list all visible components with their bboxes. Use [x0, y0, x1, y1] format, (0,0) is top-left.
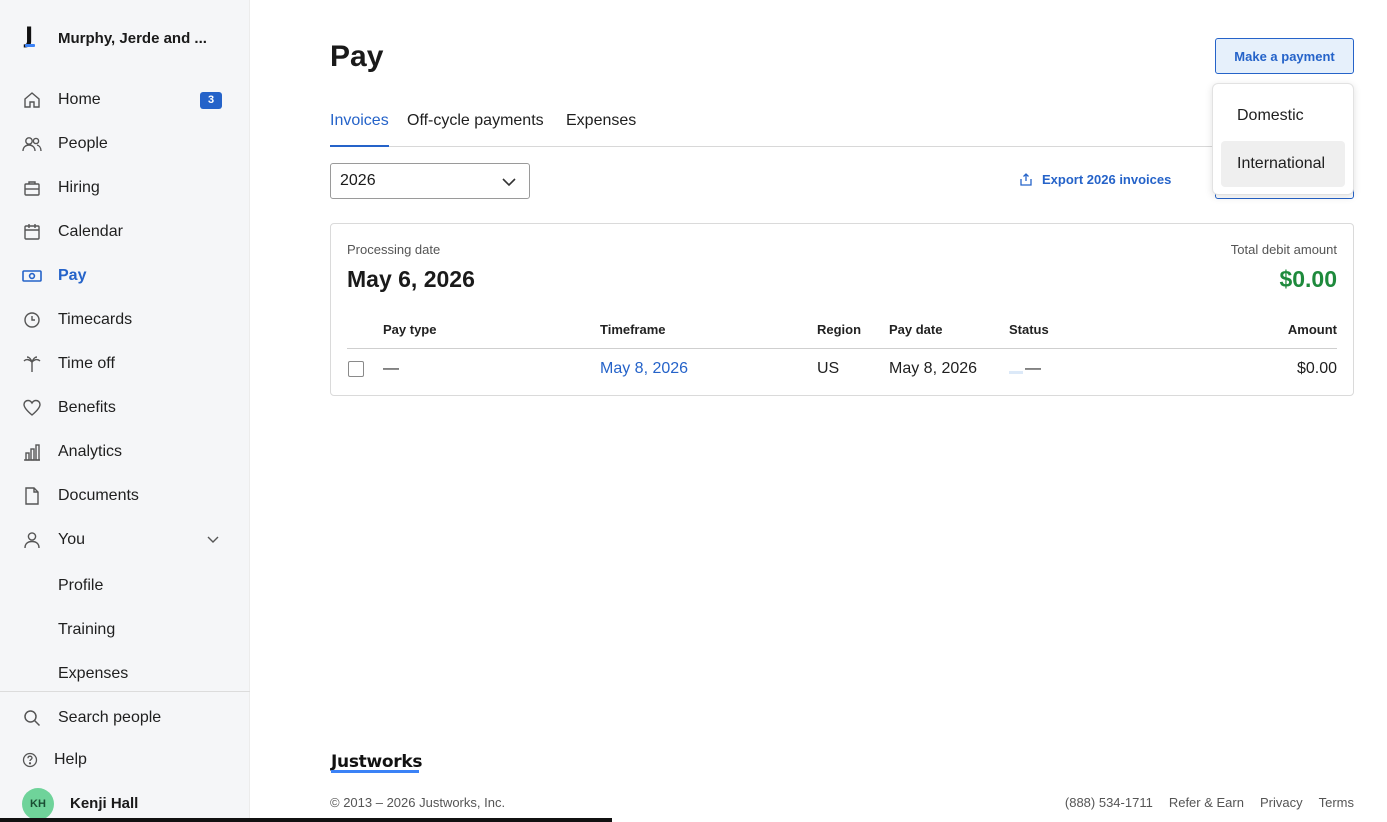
sidebar-item-hiring[interactable]: Hiring [0, 170, 250, 206]
tab-invoices[interactable]: Invoices [330, 112, 389, 147]
status-indicator [1009, 371, 1023, 374]
sidebar: J Murphy, Jerde and ... Home 3 People Hi… [0, 0, 250, 822]
table-header-divider [347, 348, 1337, 349]
sidebar-item-label: Analytics [58, 443, 123, 460]
help-button[interactable]: Help [0, 742, 250, 778]
chevron-down-icon [206, 531, 220, 549]
column-header-region: Region [817, 322, 862, 337]
sidebar-item-benefits[interactable]: Benefits [0, 390, 250, 426]
make-payment-button[interactable]: Make a payment [1215, 38, 1354, 74]
cell-status: — [1025, 360, 1041, 377]
make-payment-dropdown: Domestic International [1212, 83, 1354, 195]
sidebar-divider [0, 691, 250, 692]
user-name[interactable]: Kenji Hall [70, 795, 138, 812]
heart-icon [22, 398, 42, 418]
bar-chart-icon [22, 442, 42, 462]
clock-icon [22, 310, 42, 330]
search-people-button[interactable]: Search people [0, 700, 250, 736]
footer-phone[interactable]: (888) 534-1711 [1065, 795, 1153, 810]
sidebar-item-analytics[interactable]: Analytics [0, 434, 250, 470]
year-select-value: 2026 [340, 172, 376, 189]
cell-pay-date: May 8, 2026 [889, 360, 978, 377]
search-people-label: Search people [58, 709, 162, 726]
company-name: Murphy, Jerde and ... [58, 29, 207, 47]
notification-badge: 3 [200, 91, 222, 109]
sidebar-item-timecards[interactable]: Timecards [0, 302, 250, 338]
tab-expenses[interactable]: Expenses [566, 112, 636, 147]
sidebar-item-calendar[interactable]: Calendar [0, 214, 250, 250]
sidebar-item-people[interactable]: People [0, 126, 250, 162]
sidebar-item-label: Calendar [58, 223, 123, 240]
justworks-logo-icon: J [25, 24, 35, 49]
sidebar-item-home[interactable]: Home 3 [0, 82, 250, 118]
tab-off-cycle-payments[interactable]: Off-cycle payments [407, 112, 544, 147]
column-header-status: Status [1009, 322, 1049, 337]
cell-amount: $0.00 [1296, 360, 1337, 377]
cell-pay-type: — [383, 360, 399, 377]
sidebar-item-time-off[interactable]: Time off [0, 346, 250, 382]
sidebar-item-label: Documents [58, 487, 139, 504]
sidebar-item-pay[interactable]: Pay [0, 258, 250, 294]
dropdown-item-international[interactable]: International [1221, 141, 1345, 187]
search-icon [22, 708, 42, 728]
help-icon [20, 750, 40, 770]
export-label: Export 2026 invoices [1042, 172, 1172, 187]
footer-link-terms[interactable]: Terms [1319, 795, 1354, 810]
footer-link-privacy[interactable]: Privacy [1260, 795, 1303, 810]
footer-link-refer-earn[interactable]: Refer & Earn [1169, 795, 1244, 810]
sidebar-item-label: You [58, 531, 85, 548]
processing-date: May 6, 2026 [347, 266, 475, 292]
column-header-pay-date: Pay date [889, 322, 943, 337]
people-icon [22, 134, 42, 154]
user-icon [22, 530, 42, 550]
total-debit-label: Total debit amount [1230, 242, 1337, 257]
sidebar-item-label: Hiring [58, 179, 100, 196]
cell-region: US [817, 360, 840, 377]
export-invoices-link[interactable]: Export 2026 invoices [1020, 172, 1171, 187]
bottom-toolbar-strip [0, 818, 612, 822]
document-icon [22, 486, 42, 506]
sidebar-subitem-profile[interactable]: Profile [58, 577, 103, 595]
palm-tree-icon [22, 354, 42, 374]
dropdown-item-domestic[interactable]: Domestic [1221, 93, 1345, 139]
sidebar-item-label: Home [58, 91, 101, 108]
copyright-text: © 2013 – 2026 Justworks, Inc. [330, 795, 506, 810]
pay-tabs: Invoices Off-cycle payments Expenses [330, 112, 1354, 147]
sidebar-item-documents[interactable]: Documents [0, 478, 250, 514]
sidebar-item-label: Timecards [58, 311, 133, 328]
column-header-pay-type: Pay type [383, 322, 437, 337]
logo-underline [331, 770, 419, 773]
home-icon [22, 90, 42, 110]
export-icon [1020, 173, 1032, 186]
briefcase-icon [22, 178, 42, 198]
row-checkbox[interactable] [348, 361, 364, 377]
sidebar-subitem-expenses[interactable]: Expenses [58, 665, 128, 683]
avatar[interactable]: KH [22, 788, 54, 820]
year-select[interactable]: 2026 [330, 163, 530, 199]
calendar-icon [22, 222, 42, 242]
cell-timeframe-link[interactable]: May 8, 2026 [600, 360, 688, 378]
sidebar-item-label: Benefits [58, 399, 116, 416]
company-switcher[interactable]: J Murphy, Jerde and ... [22, 26, 207, 50]
sidebar-item-label: Pay [58, 267, 87, 284]
justworks-footer-logo: Justworks [331, 752, 423, 772]
money-icon [22, 266, 42, 286]
footer-links: (888) 534-1711 Refer & Earn Privacy Term… [1065, 795, 1354, 810]
page-title: Pay [330, 40, 384, 73]
sidebar-item-label: Time off [58, 355, 115, 372]
sidebar-item-label: People [58, 135, 108, 152]
total-debit-amount: $0.00 [1279, 266, 1337, 292]
help-label: Help [54, 751, 87, 768]
column-header-amount: Amount [1287, 322, 1337, 337]
processing-date-label: Processing date [347, 242, 441, 257]
invoice-card: Processing date May 6, 2026 Total debit … [330, 223, 1354, 396]
sidebar-subitem-training[interactable]: Training [58, 621, 115, 639]
chevron-down-icon [501, 175, 517, 193]
sidebar-item-you[interactable]: You [0, 522, 250, 558]
column-header-timeframe: Timeframe [600, 322, 666, 337]
